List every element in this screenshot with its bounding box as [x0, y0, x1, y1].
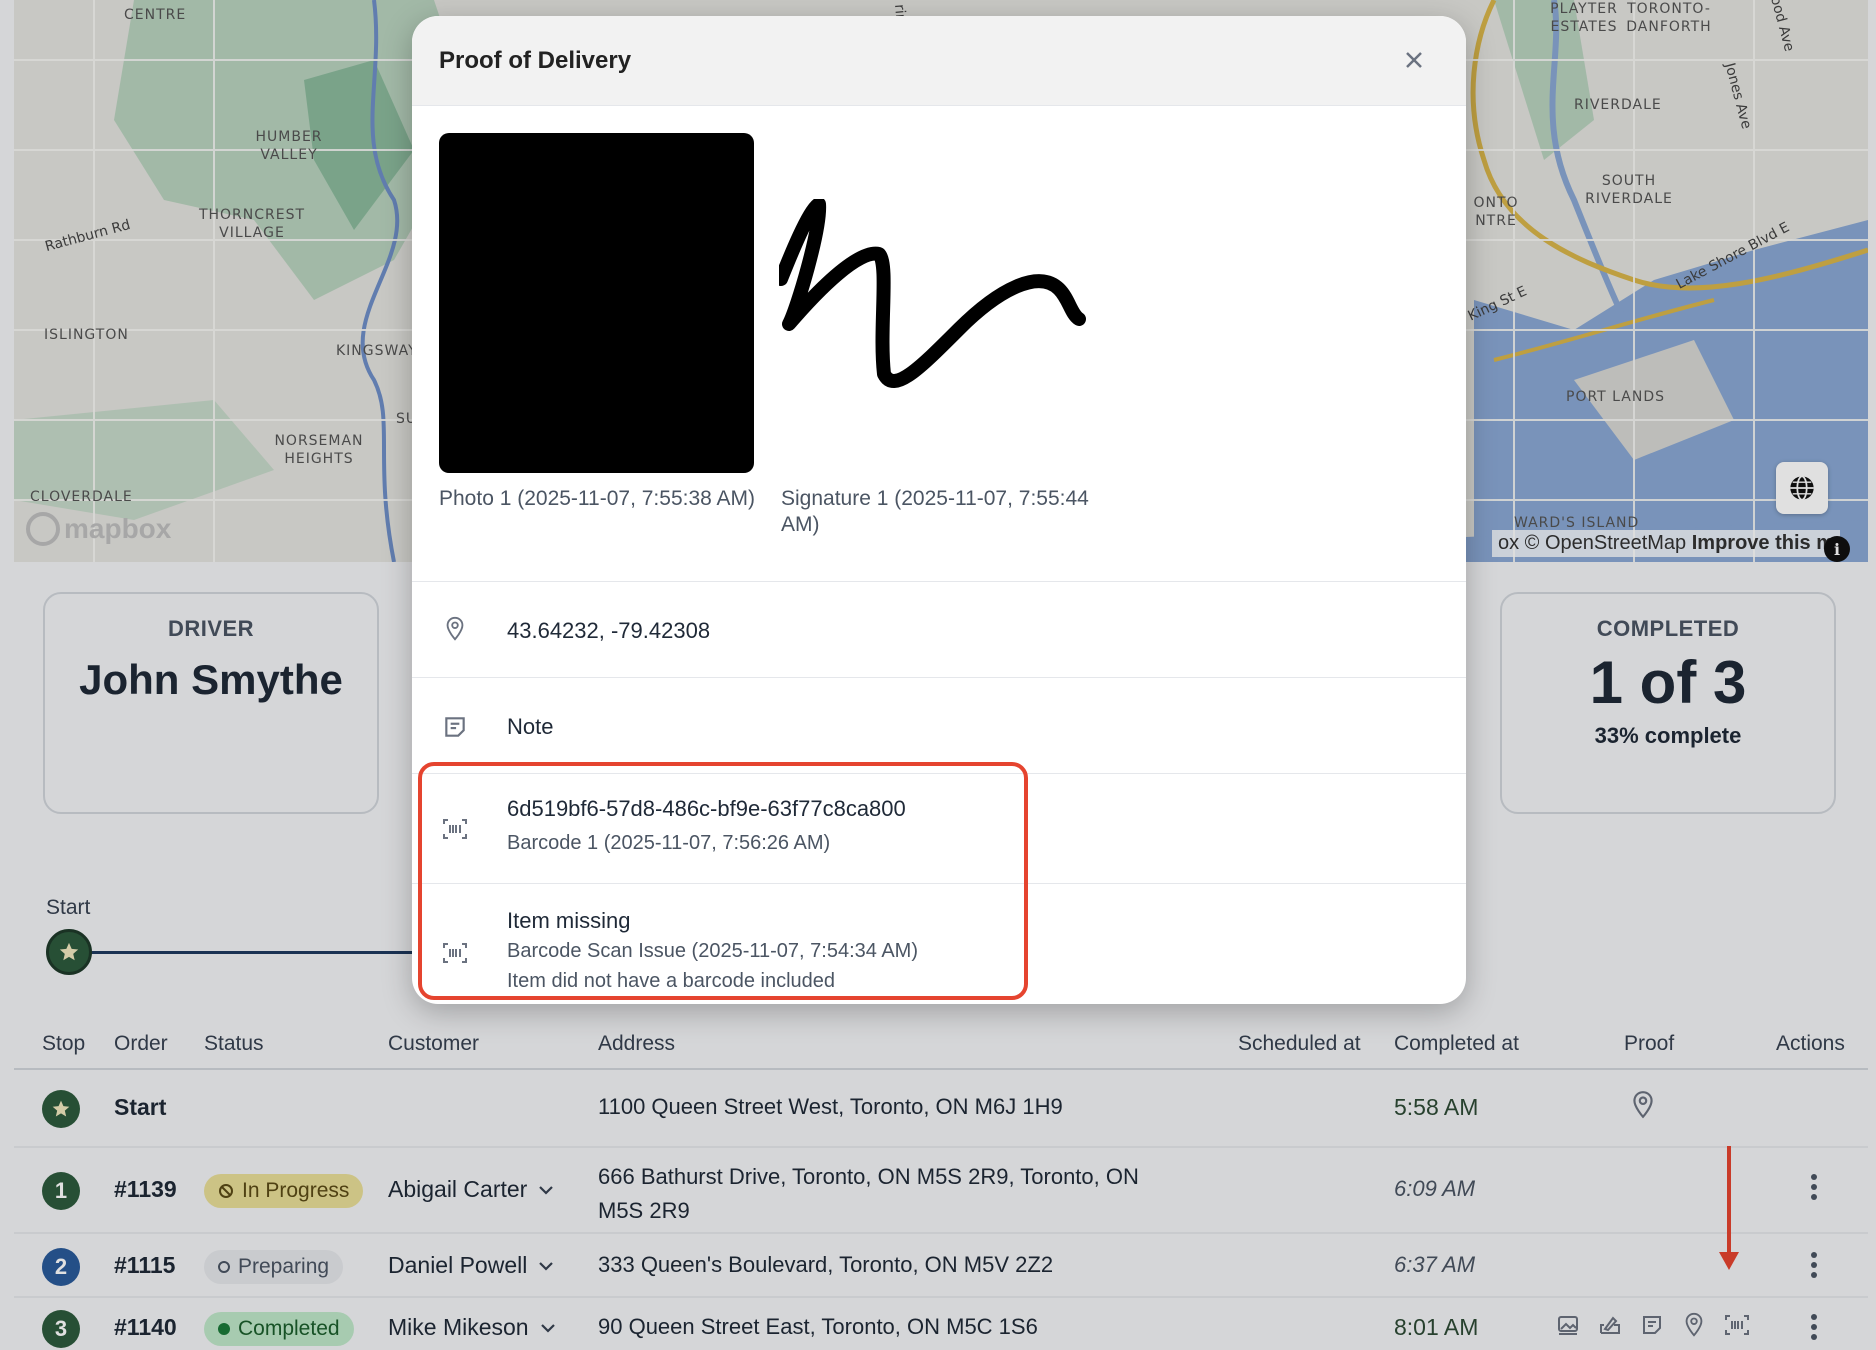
- location-coordinates: 43.64232, -79.42308: [507, 618, 711, 643]
- location-pin-icon: [446, 616, 464, 641]
- location-row: 43.64232, -79.42308: [412, 582, 1466, 678]
- note-row: Note: [412, 678, 1466, 774]
- modal-title: Proof of Delivery: [439, 46, 632, 74]
- close-button[interactable]: [1398, 44, 1430, 76]
- modal-header: Proof of Delivery: [412, 16, 1466, 106]
- note-icon: [445, 717, 465, 737]
- note-text: Note: [507, 714, 554, 739]
- signature-caption: Signature 1 (2025-11-07, 7:55:44 AM): [781, 487, 1089, 536]
- signature-image[interactable]: [779, 199, 1099, 429]
- photo-caption: Photo 1 (2025-11-07, 7:55:38 AM): [439, 487, 755, 510]
- delivery-photo[interactable]: [439, 133, 754, 473]
- close-icon: [1406, 52, 1422, 68]
- annotation-highlight-box: [418, 762, 1028, 1000]
